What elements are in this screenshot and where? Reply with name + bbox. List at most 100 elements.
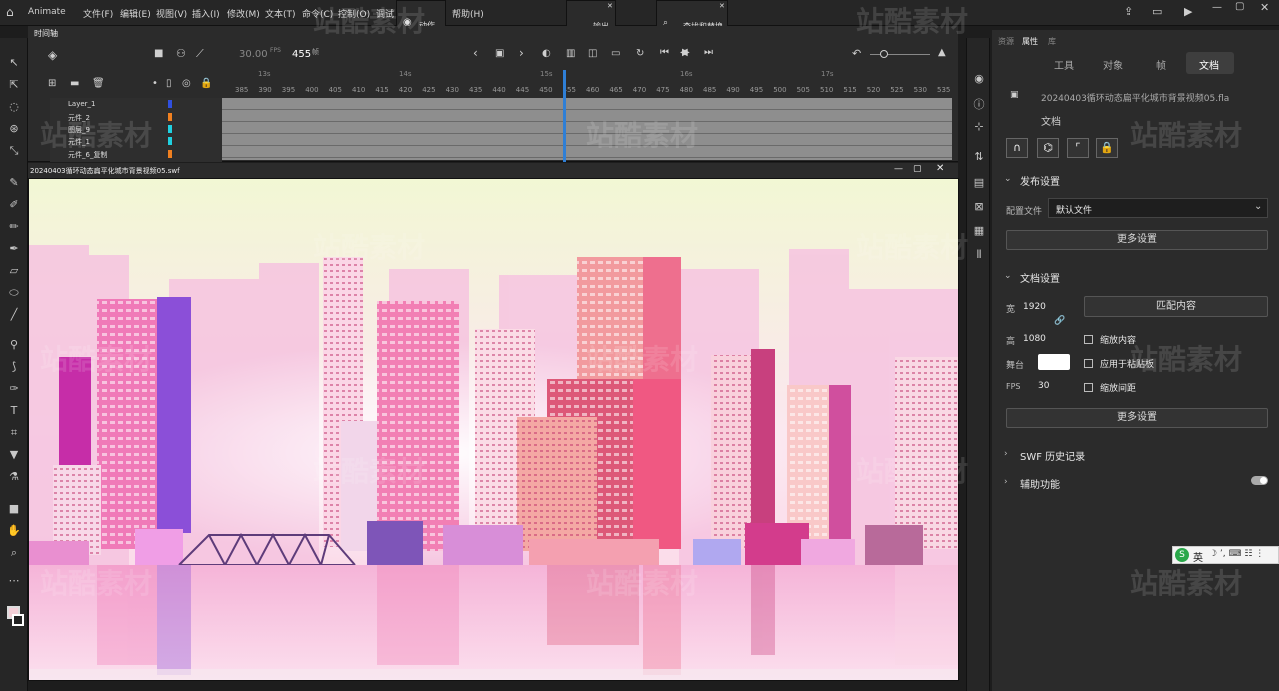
chevron-right-icon[interactable]: › <box>1004 449 1008 459</box>
layer-color[interactable] <box>168 113 172 121</box>
tab-object[interactable]: 对象 <box>1103 57 1123 72</box>
apply-pasteboard-checkbox[interactable] <box>1084 359 1093 368</box>
subselection-tool-icon[interactable]: ⇱ <box>7 78 21 92</box>
pen-tool-icon[interactable]: ✑ <box>7 382 21 396</box>
minimize-icon[interactable]: — <box>1212 2 1222 13</box>
loop-icon[interactable]: ↻ <box>636 48 644 59</box>
doc-settings-title[interactable]: 文档设置 <box>1020 270 1060 285</box>
line-tool-icon[interactable]: ╱ <box>7 308 21 322</box>
menu-help[interactable]: 帮助(H) <box>452 7 484 20</box>
chevron-down-icon[interactable]: ⌄ <box>1004 174 1012 184</box>
zoom-slider[interactable] <box>870 54 930 55</box>
playhead[interactable] <box>563 70 566 162</box>
tab-tools[interactable]: 工具 <box>1054 57 1074 72</box>
play-icon[interactable]: ▶ <box>682 47 690 58</box>
graph-icon[interactable]: ⟋ <box>196 47 204 61</box>
pencil-tool-icon[interactable]: ✒ <box>7 242 21 256</box>
link-icon[interactable]: 🔗 <box>1054 316 1065 326</box>
panel-tab-library[interactable]: 库 <box>1048 36 1056 47</box>
publish-settings-title[interactable]: 发布设置 <box>1020 173 1060 188</box>
delete-layer-icon[interactable]: 🗑 <box>92 78 105 89</box>
stage[interactable] <box>28 178 959 681</box>
swf-history-title[interactable]: SWF 历史记录 <box>1020 448 1085 463</box>
share-icon[interactable]: ⇪ <box>1124 5 1133 18</box>
info-icon[interactable]: ⓘ <box>972 98 986 112</box>
edit-multiple-icon[interactable]: ▥ <box>566 48 575 59</box>
tab-frame[interactable]: 帧 <box>1156 57 1166 72</box>
fps-value[interactable]: 30.00 <box>239 49 268 60</box>
menu-text[interactable]: 文本(T) <box>265 7 296 20</box>
layer-color[interactable] <box>168 150 172 158</box>
menu-view[interactable]: 视图(V) <box>156 7 187 20</box>
panel-tab-properties[interactable]: 属性 <box>1022 36 1038 47</box>
motion-presets-icon[interactable]: ⇅ <box>972 150 986 164</box>
3d-rotation-icon[interactable]: ⊛ <box>7 122 21 136</box>
doc-minimize-icon[interactable]: — <box>894 164 903 174</box>
components-icon[interactable]: ⊠ <box>972 200 986 214</box>
panel-tab-assets[interactable]: 资源 <box>998 36 1014 47</box>
scale-content-checkbox[interactable] <box>1084 335 1093 344</box>
timeline-tab[interactable]: 时间轴 <box>34 28 58 39</box>
new-folder-icon[interactable]: ▬ <box>70 78 79 89</box>
fps-value[interactable]: 30 <box>1038 381 1049 391</box>
layer-color[interactable] <box>168 125 172 133</box>
outline-icon[interactable]: ▯ <box>166 78 172 89</box>
insert-keyframe-icon[interactable]: ▭ <box>611 48 620 59</box>
chevron-down-icon[interactable]: ⌄ <box>1004 271 1012 281</box>
undo-icon[interactable]: ↶ <box>852 47 861 60</box>
more-tools-icon[interactable]: ⋯ <box>7 574 21 588</box>
layer-name[interactable]: Layer_1 <box>68 100 95 108</box>
lock-icon[interactable]: 🔒 <box>200 78 212 89</box>
align-icon[interactable]: ⫴ <box>972 248 986 262</box>
doc-maximize-icon[interactable]: ▢ <box>913 164 922 174</box>
width-value[interactable]: 1920 <box>1023 302 1046 312</box>
library-icon[interactable]: ▤ <box>972 176 986 190</box>
asset-warp-icon[interactable]: ⌗ <box>7 426 21 440</box>
maximize-icon[interactable]: ▢ <box>1235 1 1244 12</box>
menu-edit[interactable]: 编辑(E) <box>120 7 151 20</box>
prev-icon[interactable]: ‹ <box>473 46 478 60</box>
color-panel-icon[interactable]: ◉ <box>972 72 986 86</box>
close-icon[interactable]: ✕ <box>1260 1 1269 14</box>
test-movie-icon[interactable]: ▶ <box>1184 5 1192 18</box>
layers-icon[interactable]: ◈ <box>48 48 57 62</box>
stage-color-swatch[interactable] <box>1038 354 1070 370</box>
zoom-slider-thumb[interactable] <box>880 50 888 58</box>
fill-color-swatch[interactable] <box>12 614 24 626</box>
publish-more-settings-button[interactable]: 更多设置 <box>1006 230 1268 250</box>
layer-color[interactable] <box>168 100 172 108</box>
onion-skin-icon[interactable]: ◐ <box>542 48 551 59</box>
first-frame-icon[interactable]: ⏮ <box>660 47 669 58</box>
height-value[interactable]: 1080 <box>1023 334 1046 344</box>
oval-tool-icon[interactable]: ⬭ <box>7 286 21 300</box>
hand-tool-icon[interactable]: ✋ <box>7 524 21 538</box>
tab-document[interactable]: 文档 <box>1199 57 1219 72</box>
menu-insert[interactable]: 插入(I) <box>192 7 220 20</box>
corner-icon[interactable]: ⌜ <box>1067 138 1089 158</box>
workspace-icon[interactable]: ▭ <box>1152 5 1162 18</box>
home-icon[interactable]: ⌂ <box>6 5 14 19</box>
scale-spacing-checkbox[interactable] <box>1084 383 1093 392</box>
layer-parenting-icon[interactable]: ⚇ <box>176 47 186 60</box>
frame-value[interactable]: 455 <box>292 49 311 60</box>
pin-tool-icon[interactable]: ⚲ <box>7 338 21 352</box>
doc-more-settings-button[interactable]: 更多设置 <box>1006 408 1268 428</box>
doc-close-icon[interactable]: ✕ <box>936 163 944 174</box>
mountain-icon[interactable]: ▲ <box>938 47 946 58</box>
hide-icon[interactable]: ◎ <box>182 78 191 89</box>
center-frame-icon[interactable]: ▣ <box>495 48 504 59</box>
layer-color[interactable] <box>168 137 172 145</box>
output-close-icon[interactable]: ✕ <box>607 2 613 10</box>
step-forward-icon[interactable]: ⏭ <box>704 47 713 58</box>
next-icon[interactable]: › <box>519 46 524 60</box>
history-icon[interactable]: ▦ <box>972 224 986 238</box>
transform-tool-icon[interactable]: ⤡ <box>7 144 21 158</box>
document-tab[interactable]: 20240403循环动态扁平化城市背景视频05.swf <box>30 166 180 176</box>
tween-icon[interactable]: ◫ <box>588 48 597 59</box>
find-close-icon[interactable]: ✕ <box>719 2 725 10</box>
zoom-tool-icon[interactable]: ⌕ <box>7 546 21 560</box>
text-tool-icon[interactable]: T <box>7 404 21 418</box>
menu-file[interactable]: 文件(F) <box>83 7 113 20</box>
eyedropper-icon[interactable]: ⚗ <box>7 470 21 484</box>
paint-bucket-icon[interactable]: ▼ <box>7 448 21 462</box>
